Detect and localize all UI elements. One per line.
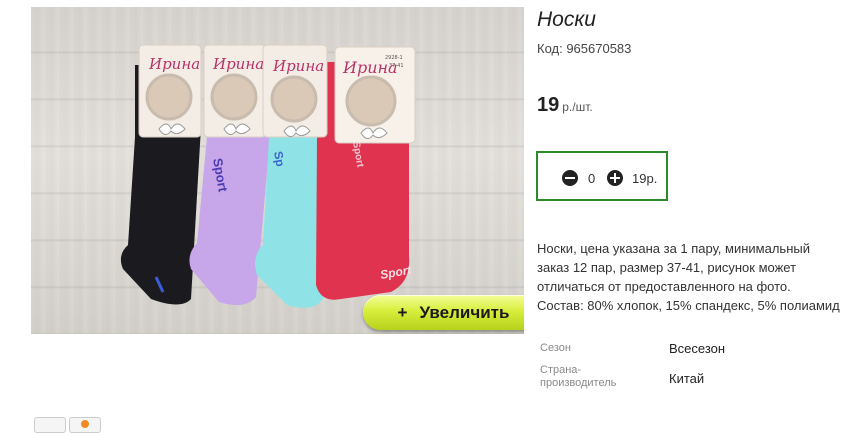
svg-text:37-41: 37-41 <box>389 63 404 69</box>
increase-quantity-icon[interactable] <box>607 170 623 186</box>
product-photo[interactable]: Sport Sp Sport Sport Ирина Ирина Ирина И… <box>31 7 524 334</box>
product-title: Носки <box>537 8 596 31</box>
socks-illustration: Sport Sp Sport Sport Ирина Ирина Ирина И… <box>120 44 416 308</box>
zoom-plus-icon: + <box>397 302 408 322</box>
decrease-quantity-icon[interactable] <box>562 170 578 186</box>
spec-season-label: Сезон <box>540 342 571 354</box>
share-icon[interactable] <box>34 417 66 433</box>
quantity-selector: 0 19р. <box>536 151 668 201</box>
spec-country-value: Китай <box>669 371 705 386</box>
svg-text:2928-1: 2928-1 <box>385 55 403 61</box>
svg-text:Ирина: Ирина <box>272 57 324 75</box>
product-price: 19 р./шт. <box>537 94 593 117</box>
description-line: Носки, цена указана за 1 пару, минимальн… <box>537 241 810 256</box>
zoom-button[interactable]: + Увеличить <box>363 295 524 330</box>
description-line: заказ 12 пар, размер 37-41, рисунок може… <box>537 260 797 275</box>
description-line: отличаться от предоставленного на фото. <box>537 279 791 294</box>
price-unit: р./шт. <box>562 100 593 114</box>
quantity-total: 19р. <box>632 171 658 186</box>
product-code: Код: 965670583 <box>537 41 632 56</box>
svg-text:Ирина: Ирина <box>212 55 264 73</box>
svg-text:Ирина: Ирина <box>148 55 200 73</box>
svg-text:Sp: Sp <box>271 150 287 168</box>
share-odnoklassniki-icon[interactable] <box>69 417 101 433</box>
description-line: Состав: 80% хлопок, 15% спандекс, 5% пол… <box>537 298 840 313</box>
spec-season-value: Всесезон <box>669 341 726 356</box>
price-value: 19 <box>537 94 560 116</box>
product-description: Носки, цена указана за 1 пару, минимальн… <box>537 239 868 315</box>
quantity-value[interactable]: 0 <box>588 171 595 186</box>
zoom-label: Увеличить <box>419 302 510 322</box>
spec-country-label: Страна- производитель <box>540 364 617 389</box>
